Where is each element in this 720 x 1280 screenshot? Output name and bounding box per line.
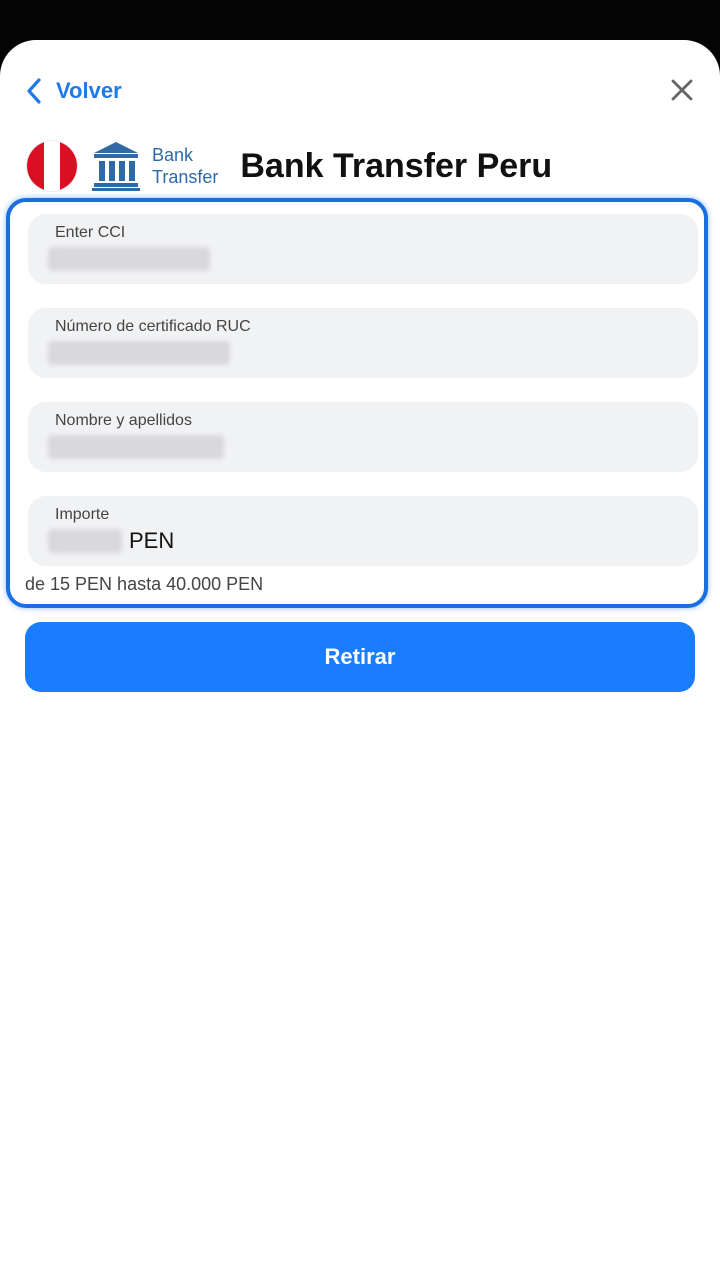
header-row: Bank Transfer Bank Transfer Peru <box>26 136 552 196</box>
peru-flag-icon <box>26 140 78 192</box>
logo-line-1: Bank <box>152 145 194 165</box>
logo-line-2: Transfer <box>152 167 219 187</box>
amount-label: Importe <box>55 506 110 523</box>
cci-field[interactable]: Enter CCI <box>28 214 698 284</box>
name-value-redacted[interactable] <box>48 435 224 459</box>
withdraw-button[interactable]: Retirar <box>25 622 695 692</box>
cci-value-redacted[interactable] <box>48 247 210 271</box>
bank-transfer-logo: Bank Transfer <box>90 140 218 192</box>
back-label: Volver <box>56 78 122 103</box>
close-icon[interactable] <box>668 76 696 104</box>
chevron-left-icon <box>27 78 41 104</box>
ruc-field[interactable]: Número de certificado RUC <box>28 308 698 378</box>
withdrawal-sheet: Volver Bank Transfer Bank Transfer Peru … <box>0 40 720 1280</box>
back-button[interactable]: Volver <box>24 74 122 108</box>
amount-field[interactable]: Importe PEN <box>28 496 698 566</box>
status-bar <box>0 0 720 40</box>
name-field[interactable]: Nombre y apellidos <box>28 402 698 472</box>
ruc-value-redacted[interactable] <box>48 341 230 365</box>
amount-value-redacted[interactable] <box>48 529 122 553</box>
ruc-label: Número de certificado RUC <box>55 318 251 335</box>
bank-transfer-text: Bank Transfer <box>152 144 218 188</box>
currency-label: PEN <box>129 528 175 553</box>
bank-building-icon <box>92 142 140 191</box>
amount-limits: de 15 PEN hasta 40.000 PEN <box>25 574 264 594</box>
cci-label: Enter CCI <box>55 224 126 241</box>
withdrawal-form: Enter CCI Número de certificado RUC Nomb… <box>6 198 708 608</box>
name-label: Nombre y apellidos <box>55 412 192 429</box>
page-title: Bank Transfer Peru <box>240 146 553 185</box>
